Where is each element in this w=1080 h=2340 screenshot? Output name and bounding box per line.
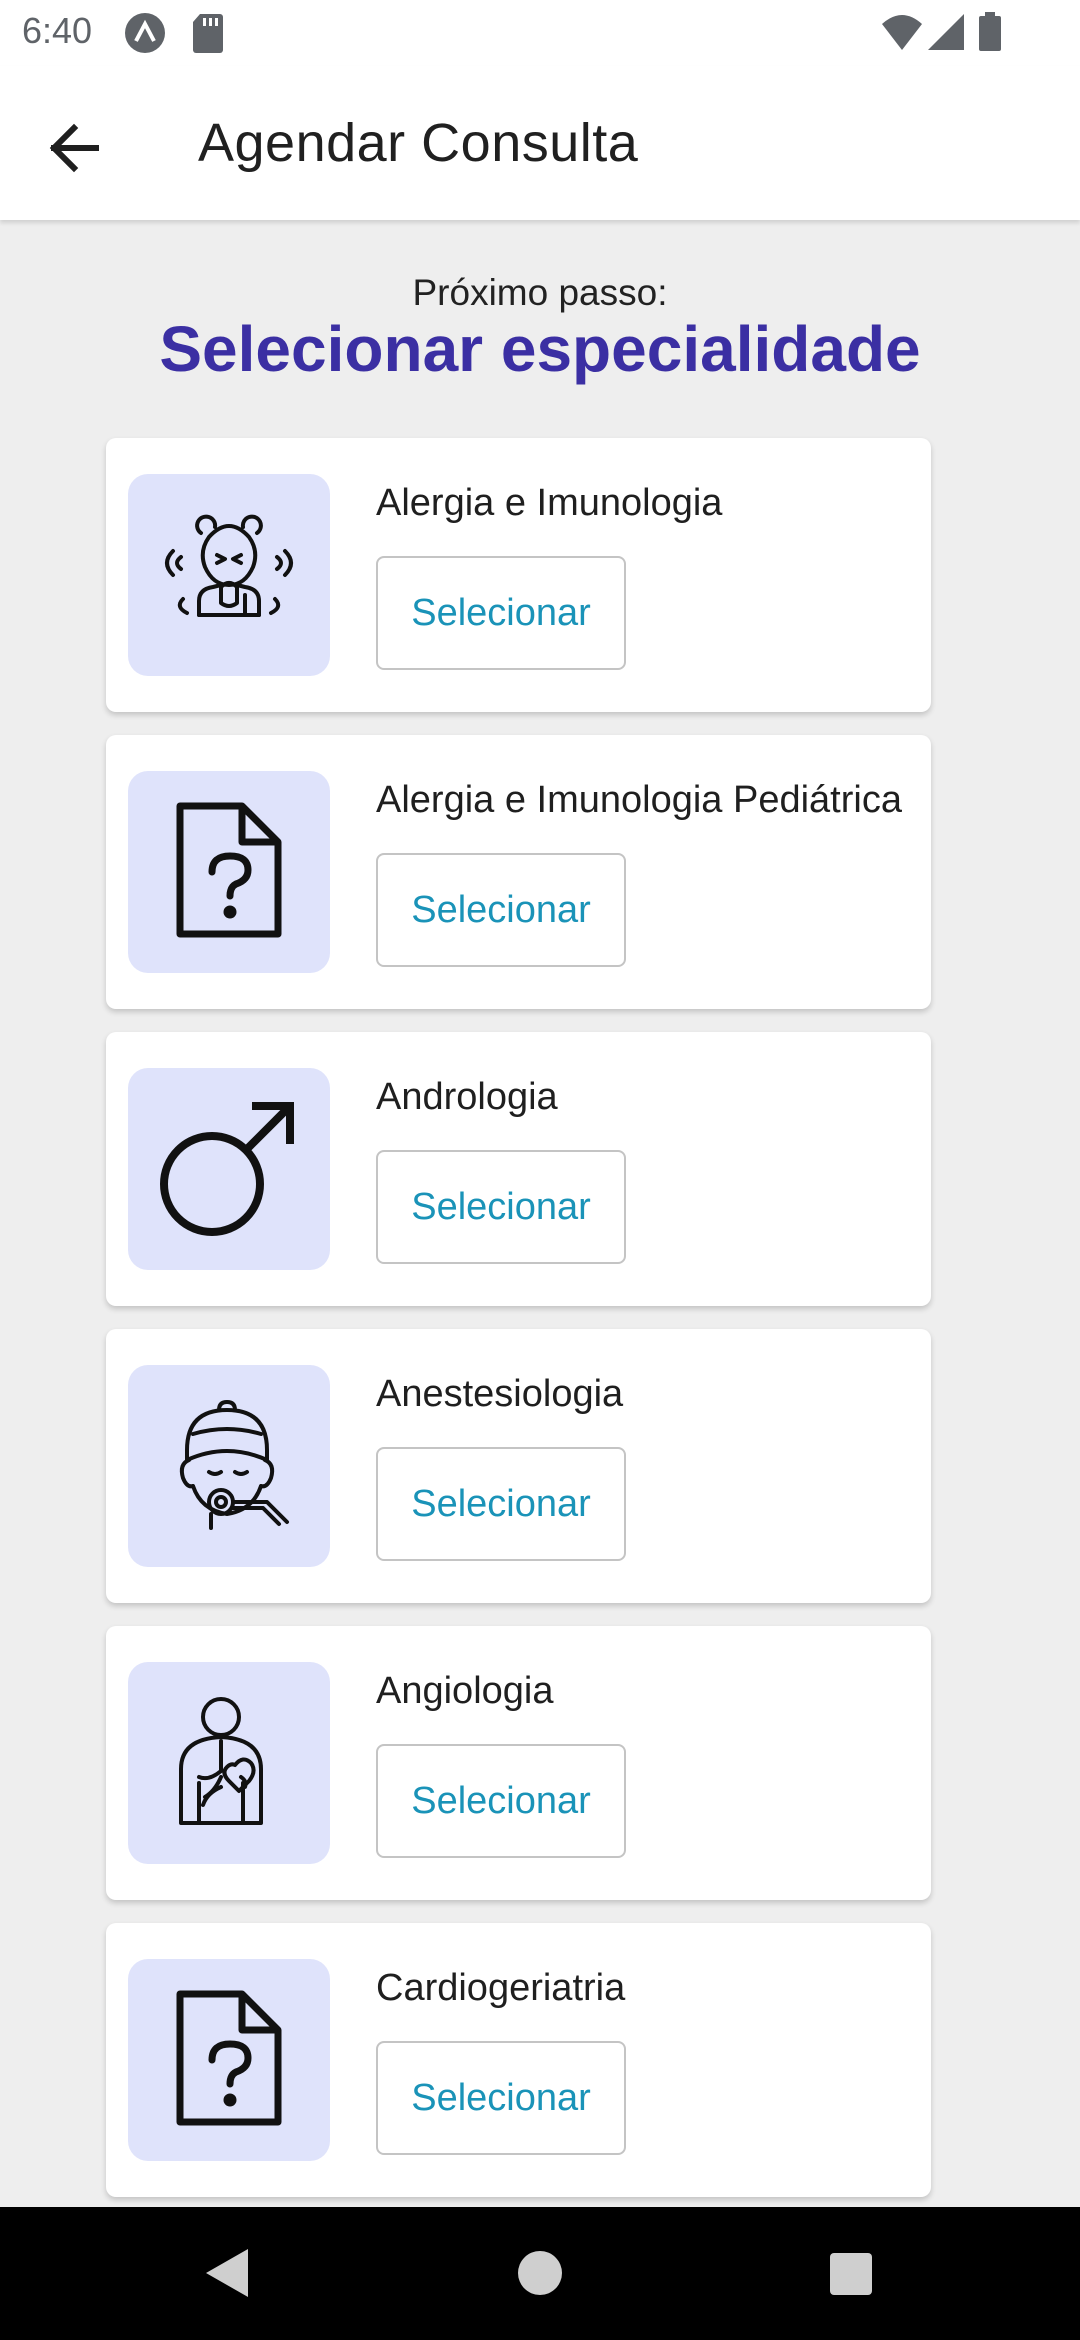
sneezing-person-icon	[159, 503, 299, 648]
specialty-list: Alergia e Imunologia Selecionar Alergia …	[106, 438, 931, 2220]
cellular-signal-icon	[926, 12, 966, 57]
unknown-document-icon	[174, 800, 284, 945]
unknown-document-icon	[174, 1988, 284, 2133]
specialty-icon-box	[128, 771, 330, 973]
nav-home-icon[interactable]	[510, 2243, 570, 2308]
select-button[interactable]: Selecionar	[376, 556, 626, 670]
specialty-icon-box	[128, 474, 330, 676]
anesthesia-mask-icon	[159, 1394, 299, 1539]
app-notification-icon	[124, 12, 166, 59]
specialty-icon-box	[128, 1365, 330, 1567]
male-symbol-icon	[154, 1092, 304, 1247]
select-button[interactable]: Selecionar	[376, 1744, 626, 1858]
specialty-name: Alergia e Imunologia Pediátrica	[376, 779, 902, 821]
wifi-icon	[880, 12, 924, 57]
specialty-icon-box	[128, 1662, 330, 1864]
specialty-name: Andrologia	[376, 1076, 558, 1118]
nav-back-icon[interactable]	[198, 2243, 258, 2308]
specialty-card: Anestesiologia Selecionar	[106, 1329, 931, 1603]
arrow-back-icon	[36, 123, 116, 192]
battery-icon	[978, 12, 1002, 57]
select-button[interactable]: Selecionar	[376, 1447, 626, 1561]
step-title: Selecionar especialidade	[159, 313, 921, 385]
specialty-card: Alergia e Imunologia Selecionar	[106, 438, 931, 712]
system-nav-bar	[0, 2207, 1080, 2340]
specialty-card: Andrologia Selecionar	[106, 1032, 931, 1306]
specialty-name: Angiologia	[376, 1670, 554, 1712]
body-vessels-icon	[169, 1691, 289, 1836]
nav-recents-icon[interactable]	[820, 2243, 880, 2308]
specialty-card: Cardiogeriatria Selecionar	[106, 1923, 931, 2197]
specialty-name: Cardiogeriatria	[376, 1967, 626, 2009]
specialty-card: Angiologia Selecionar	[106, 1626, 931, 1900]
back-button[interactable]	[36, 108, 116, 188]
status-bar: 6:40	[0, 0, 1080, 66]
app-bar: Agendar Consulta	[0, 66, 1080, 220]
specialty-name: Alergia e Imunologia	[376, 482, 723, 524]
specialty-card: Alergia e Imunologia Pediátrica Selecion…	[106, 735, 931, 1009]
specialty-name: Anestesiologia	[376, 1373, 624, 1415]
specialty-icon-box	[128, 1959, 330, 2161]
select-button[interactable]: Selecionar	[376, 2041, 626, 2155]
sd-card-icon	[192, 12, 224, 59]
select-button[interactable]: Selecionar	[376, 853, 626, 967]
specialty-icon-box	[128, 1068, 330, 1270]
status-time: 6:40	[22, 10, 93, 51]
select-button[interactable]: Selecionar	[376, 1150, 626, 1264]
step-label: Próximo passo:	[412, 272, 668, 313]
page-title: Agendar Consulta	[198, 113, 639, 173]
